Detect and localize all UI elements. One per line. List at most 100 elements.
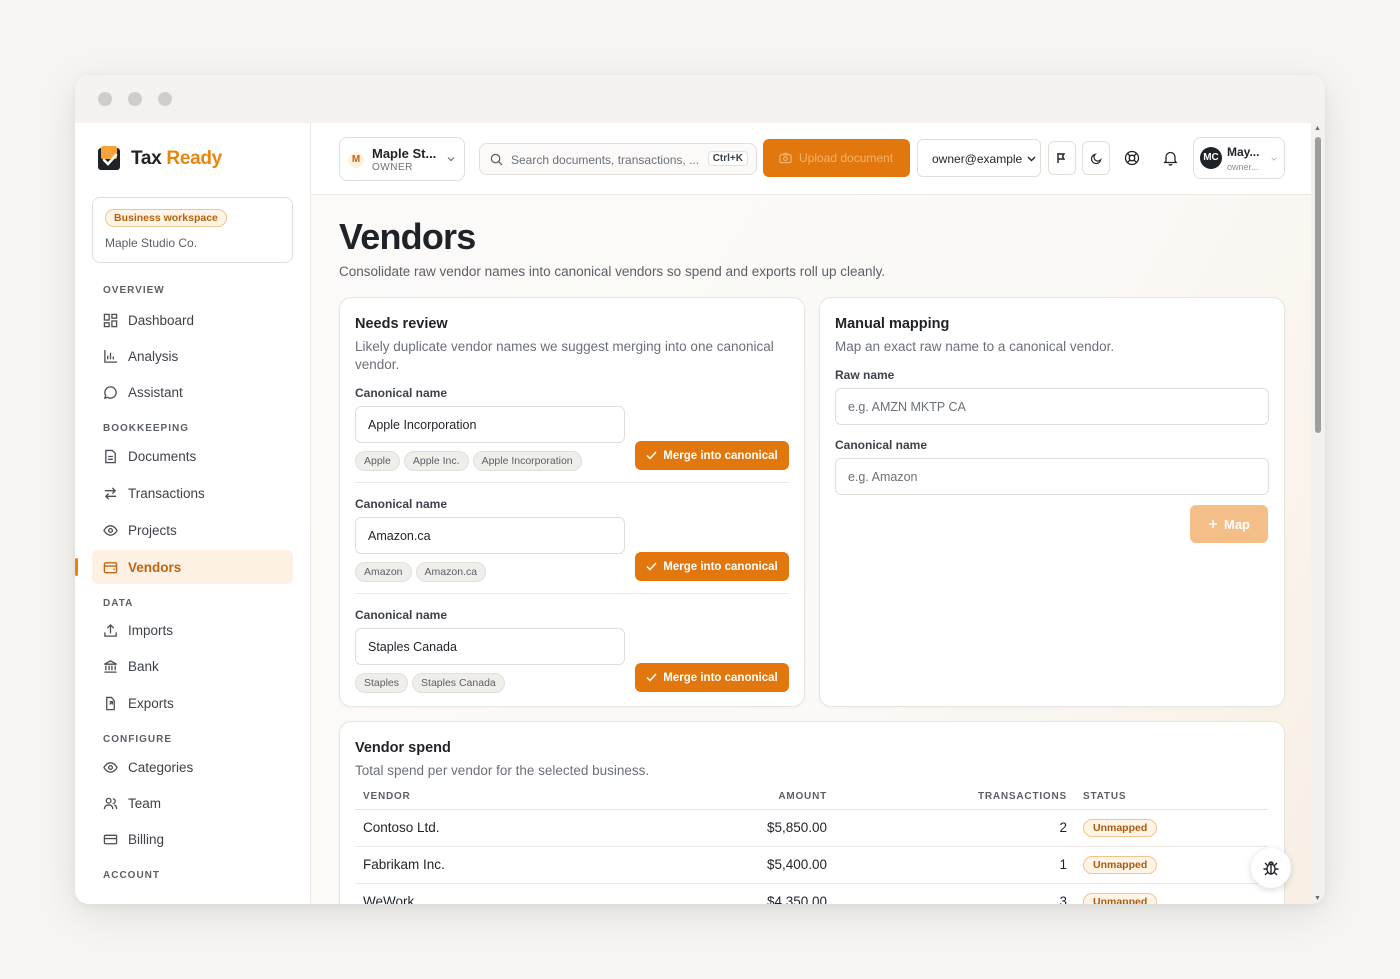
window-maximize-dot[interactable]	[158, 92, 172, 106]
table-row[interactable]: WeWork $4,350.00 3 Unmapped	[355, 883, 1268, 904]
window-minimize-dot[interactable]	[128, 92, 142, 106]
table-header-row: VENDOR AMOUNT TRANSACTIONS STATUS	[355, 785, 1268, 810]
main-scrollbar[interactable]: ▲ ▼	[1311, 123, 1325, 904]
sidebar-item-label: Documents	[128, 448, 197, 464]
sidebar-item-imports[interactable]: Imports	[92, 613, 293, 647]
alias-chip: Staples	[355, 673, 409, 693]
sidebar-item-team[interactable]: Team	[92, 786, 293, 820]
flag-button[interactable]	[1048, 141, 1076, 175]
arrows-swap-icon	[104, 486, 117, 500]
map-button[interactable]: Map	[1190, 505, 1268, 543]
sidebar-item-label: Exports	[128, 695, 174, 711]
canonical-name-label: Canonical name	[355, 386, 448, 400]
table-row[interactable]: Fabrikam Inc. $5,400.00 1 Unmapped	[355, 846, 1268, 884]
sidebar-item-documents[interactable]: Documents	[92, 439, 293, 473]
merge-label: Merge into canonical	[663, 449, 778, 462]
business-selector[interactable]: M Maple St... OWNER	[339, 137, 465, 181]
chevron-down-icon	[1271, 157, 1277, 161]
vendor-icon	[103, 561, 118, 573]
sidebar-item-label: Imports	[128, 622, 174, 638]
scrollbar-thumb[interactable]	[1315, 137, 1321, 433]
merge-into-canonical-button[interactable]: Merge into canonical	[635, 441, 789, 470]
canonical-name-input[interactable]: Apple Incorporation	[355, 406, 625, 443]
amount-cell: $4,350.00	[695, 883, 835, 904]
sidebar-item-label: Analysis	[128, 348, 179, 364]
column-header-transactions[interactable]: TRANSACTIONS	[835, 785, 1075, 810]
sidebar-item-label: Dashboard	[128, 312, 195, 328]
window-titlebar	[75, 75, 1325, 123]
user-email-select[interactable]: owner@example	[917, 139, 1041, 177]
app-logo[interactable]: Tax Ready	[95, 143, 293, 175]
raw-name-label: Raw name	[835, 368, 895, 382]
needs-review-description: Likely duplicate vendor names we suggest…	[355, 339, 774, 372]
alias-chip: Apple Inc.	[403, 451, 469, 471]
canonical-name-input[interactable]: Staples Canada	[355, 628, 625, 665]
canonical-name-label: Canonical name	[835, 438, 928, 452]
alias-chips: Amazon Amazon.ca	[355, 562, 490, 582]
avatar: MC	[1200, 147, 1222, 169]
sidebar-item-projects[interactable]: Projects	[92, 513, 293, 547]
profile-menu[interactable]: MC May... owner...	[1193, 137, 1285, 179]
logo-text: Tax Ready	[131, 148, 222, 170]
status-badge: Unmapped	[1083, 818, 1158, 837]
window-close-dot[interactable]	[98, 92, 112, 106]
workspace-card[interactable]: Business workspace Maple Studio Co.	[92, 197, 293, 263]
canonical-name-placeholder: e.g. Amazon	[848, 469, 918, 484]
alias-chip: Amazon	[355, 562, 412, 582]
theme-toggle-button[interactable]	[1082, 141, 1110, 175]
raw-name-input[interactable]: e.g. AMZN MKTP CA	[835, 388, 1269, 425]
page-subtitle: Consolidate raw vendor names into canoni…	[339, 264, 886, 279]
bar-chart-icon	[104, 349, 118, 363]
needs-review-card: Needs review Likely duplicate vendor nam…	[339, 297, 805, 707]
sidebar: Tax Ready Business workspace Maple Studi…	[75, 123, 311, 904]
transactions-cell: 2	[835, 809, 1075, 847]
sidebar-item-billing[interactable]: Billing	[92, 822, 293, 856]
sidebar-item-categories[interactable]: Categories	[92, 750, 293, 784]
merge-into-canonical-button[interactable]: Merge into canonical	[635, 663, 789, 692]
help-button[interactable]	[1123, 149, 1141, 167]
search-input[interactable]: Search documents, transactions, ... Ctrl…	[479, 143, 757, 175]
chevron-down-icon	[1027, 156, 1036, 162]
search-placeholder: Search documents, transactions, ...	[511, 153, 700, 167]
top-bar: M Maple St... OWNER Search documents, tr…	[311, 123, 1325, 195]
merge-label: Merge into canonical	[663, 671, 778, 684]
manual-mapping-title: Manual mapping	[835, 316, 950, 332]
upload-document-button[interactable]: Upload document	[763, 139, 910, 177]
upload-icon	[104, 623, 117, 637]
notifications-button[interactable]	[1161, 149, 1179, 167]
sidebar-item-assistant[interactable]: Assistant	[92, 375, 293, 409]
amount-cell: $5,400.00	[695, 846, 835, 884]
business-role: OWNER	[372, 162, 413, 173]
page-title: Vendors	[339, 216, 476, 257]
canonical-name-input[interactable]: Amazon.ca	[355, 517, 625, 554]
sidebar-item-dashboard[interactable]: Dashboard	[92, 303, 293, 337]
merge-into-canonical-button[interactable]: Merge into canonical	[635, 552, 789, 581]
sidebar-item-exports[interactable]: Exports	[92, 686, 293, 720]
merge-label: Merge into canonical	[663, 560, 778, 573]
bug-report-button[interactable]	[1251, 848, 1291, 888]
export-icon	[106, 696, 115, 710]
alias-chips: Staples Staples Canada	[355, 673, 509, 693]
vendor-cell: Fabrikam Inc.	[355, 846, 695, 884]
map-label: Map	[1224, 516, 1250, 532]
sidebar-item-analysis[interactable]: Analysis	[92, 339, 293, 373]
status-badge: Unmapped	[1083, 855, 1158, 874]
scroll-up-arrow[interactable]: ▲	[1314, 125, 1321, 132]
column-header-amount[interactable]: AMOUNT	[695, 785, 835, 810]
column-header-vendor[interactable]: VENDOR	[355, 785, 695, 810]
sidebar-item-vendors[interactable]: Vendors	[75, 550, 293, 584]
profile-name: May...	[1227, 145, 1260, 159]
check-icon	[646, 562, 657, 571]
alias-chip: Apple	[355, 451, 400, 471]
upload-label: Upload document	[799, 151, 894, 165]
sidebar-item-transactions[interactable]: Transactions	[92, 476, 293, 510]
canonical-name-input[interactable]: e.g. Amazon	[835, 458, 1269, 495]
scroll-down-arrow[interactable]: ▼	[1314, 895, 1321, 902]
camera-icon	[779, 152, 792, 164]
table-row[interactable]: Contoso Ltd. $5,850.00 2 Unmapped	[355, 809, 1268, 847]
column-header-status[interactable]: STATUS	[1075, 785, 1268, 810]
status-cell: Unmapped	[1075, 883, 1268, 904]
status-cell: Unmapped	[1075, 846, 1268, 884]
alias-chip: Amazon.ca	[415, 562, 487, 582]
sidebar-item-bank[interactable]: Bank	[92, 649, 293, 683]
